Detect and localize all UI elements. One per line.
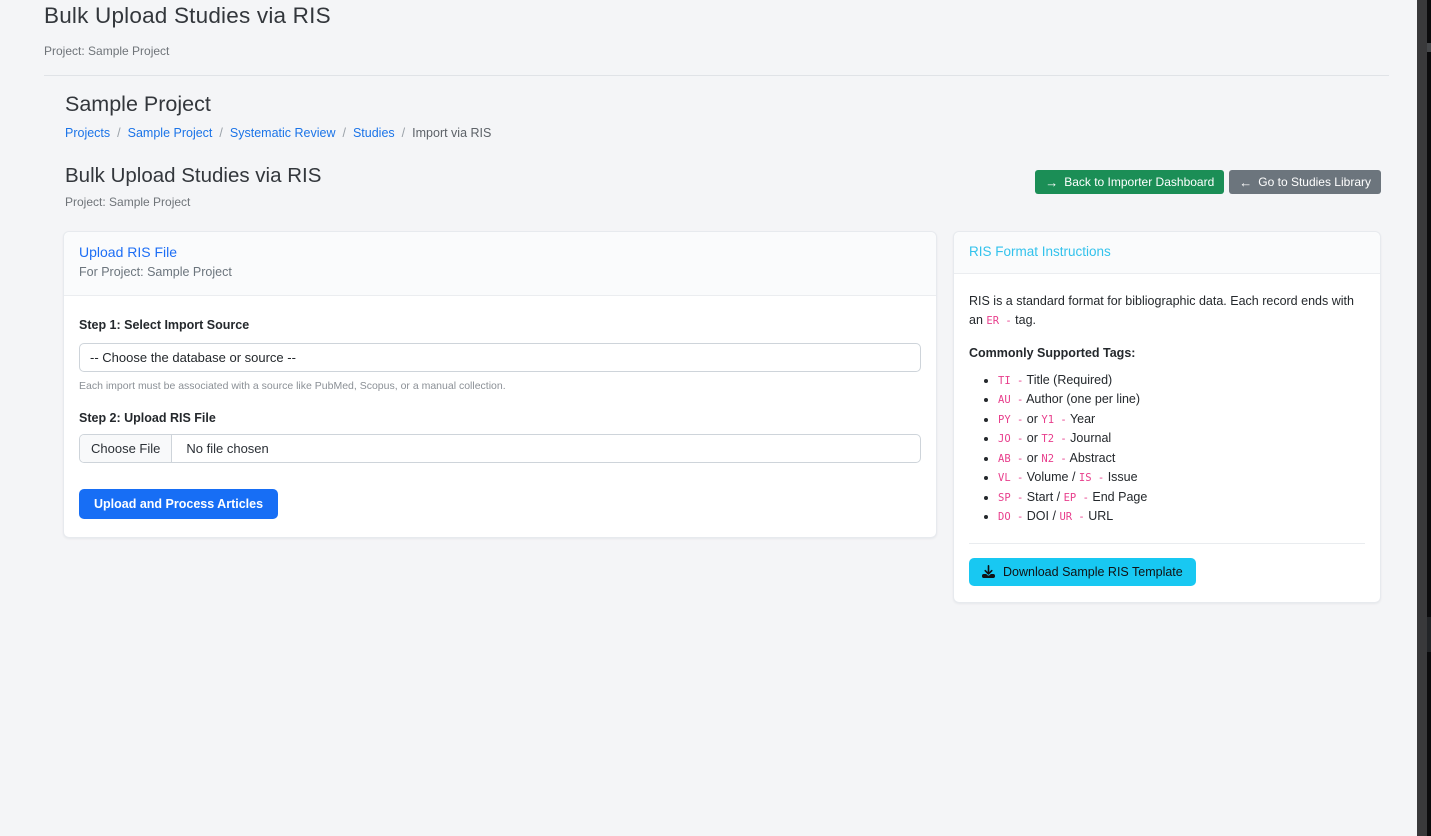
header-actions: → Back to Importer Dashboard ← Go to Stu…	[1035, 170, 1381, 194]
ris-tag-code: T2 -	[1041, 433, 1066, 445]
project-title: Sample Project	[65, 92, 1381, 117]
download-sample-ris-button[interactable]: Download Sample RIS Template	[969, 558, 1196, 586]
back-to-importer-dashboard-label: Back to Importer Dashboard	[1064, 175, 1214, 189]
breadcrumb-link[interactable]: Projects	[65, 126, 110, 140]
supported-tag-item: PY - or Y1 - Year	[998, 410, 1365, 430]
step1-label: Step 1: Select Import Source	[79, 318, 249, 332]
breadcrumb-separator: /	[402, 126, 405, 140]
ris-instructions-card: RIS Format Instructions RIS is a standar…	[953, 231, 1381, 603]
import-source-selected-value: -- Choose the database or source --	[90, 350, 296, 365]
upload-card-title: Upload RIS File	[79, 244, 921, 260]
supported-tag-item: TI - Title (Required)	[998, 371, 1365, 391]
go-to-studies-library-label: Go to Studies Library	[1258, 175, 1371, 189]
ris-tag-code: Y1 -	[1041, 414, 1066, 426]
arrow-right-icon: →	[1045, 176, 1058, 189]
upload-and-process-button[interactable]: Upload and Process Articles	[79, 489, 278, 519]
supported-tag-item: AB - or N2 - Abstract	[998, 449, 1365, 469]
import-source-select[interactable]: -- Choose the database or source --	[79, 343, 921, 372]
file-chosen-status: No file chosen	[172, 435, 282, 462]
section-title: Bulk Upload Studies via RIS	[65, 164, 321, 188]
supported-tag-item: SP - Start / EP - End Page	[998, 488, 1365, 508]
arrow-left-icon: ←	[1239, 176, 1252, 189]
supported-tag-item: DO - DOI / UR - URL	[998, 507, 1365, 527]
window-edge	[1427, 0, 1431, 836]
step2-label: Step 2: Upload RIS File	[79, 411, 921, 425]
breadcrumb-separator: /	[117, 126, 120, 140]
ris-tag-code: N2 -	[1041, 453, 1066, 465]
back-to-importer-dashboard-button[interactable]: → Back to Importer Dashboard	[1035, 170, 1224, 194]
instructions-card-body: RIS is a standard format for bibliograph…	[954, 274, 1380, 602]
breadcrumb-link[interactable]: Systematic Review	[230, 126, 336, 140]
section-subtitle: Project: Sample Project	[65, 195, 321, 209]
go-to-studies-library-button[interactable]: ← Go to Studies Library	[1229, 170, 1381, 194]
instructions-card-title: RIS Format Instructions	[969, 244, 1365, 259]
download-icon	[982, 565, 995, 578]
scrollbar-track[interactable]	[1417, 0, 1427, 836]
ris-intro-text: RIS is a standard format for bibliograph…	[969, 292, 1365, 331]
header-divider	[44, 75, 1389, 76]
page: Bulk Upload Studies via RIS Project: Sam…	[0, 0, 1417, 836]
breadcrumb-link[interactable]: Studies	[353, 126, 395, 140]
ris-tag-code: AU -	[998, 394, 1023, 406]
supported-tag-item: VL - Volume / IS - Issue	[998, 468, 1365, 488]
ris-tag-code: DO -	[998, 511, 1023, 523]
page-header: Bulk Upload Studies via RIS Project: Sam…	[0, 0, 1417, 58]
ris-tag-code: PY -	[998, 414, 1023, 426]
instructions-divider	[969, 543, 1365, 544]
breadcrumb-link[interactable]: Sample Project	[128, 126, 213, 140]
ris-tag-code: VL -	[998, 472, 1023, 484]
supported-tag-item: JO - or T2 - Journal	[998, 429, 1365, 449]
ris-tag-code: AB -	[998, 453, 1023, 465]
upload-ris-card: Upload RIS File For Project: Sample Proj…	[63, 231, 937, 538]
choose-file-button[interactable]: Choose File	[80, 435, 172, 462]
breadcrumb-separator: /	[219, 126, 222, 140]
ris-tag-code: SP -	[998, 492, 1023, 504]
instructions-card-header: RIS Format Instructions	[954, 232, 1380, 274]
scrollbar-thumb-secondary[interactable]	[1427, 617, 1431, 652]
breadcrumb-separator: /	[342, 126, 345, 140]
upload-card-subtitle: For Project: Sample Project	[79, 265, 921, 279]
page-title: Bulk Upload Studies via RIS	[44, 3, 1417, 29]
ris-tag-code: TI -	[998, 375, 1023, 387]
upload-card-body: Step 1: Select Import Source -- Choose t…	[64, 296, 936, 537]
import-source-help-text: Each import must be associated with a so…	[79, 380, 921, 392]
download-sample-ris-label: Download Sample RIS Template	[1003, 565, 1183, 579]
section-head: Bulk Upload Studies via RIS Project: Sam…	[65, 164, 1381, 209]
ris-file-input[interactable]: Choose File No file chosen	[79, 434, 921, 463]
upload-card-header: Upload RIS File For Project: Sample Proj…	[64, 232, 936, 296]
ris-tag-code: UR -	[1059, 511, 1084, 523]
supported-tags-list: TI - Title (Required)AU - Author (one pe…	[969, 371, 1365, 527]
breadcrumb: Projects / Sample Project / Systematic Revie…	[65, 126, 1381, 140]
supported-tags-heading: Commonly Supported Tags:	[969, 346, 1365, 360]
ris-tag-code: JO -	[998, 433, 1023, 445]
ris-tag-code: ER -	[986, 315, 1011, 327]
ris-tag-code: EP -	[1064, 492, 1089, 504]
scrollbar-thumb[interactable]	[1427, 43, 1431, 52]
page-subtitle: Project: Sample Project	[44, 44, 1417, 58]
breadcrumb-current: Import via RIS	[412, 126, 491, 140]
supported-tag-item: AU - Author (one per line)	[998, 390, 1365, 410]
ris-tag-code: IS -	[1079, 472, 1104, 484]
